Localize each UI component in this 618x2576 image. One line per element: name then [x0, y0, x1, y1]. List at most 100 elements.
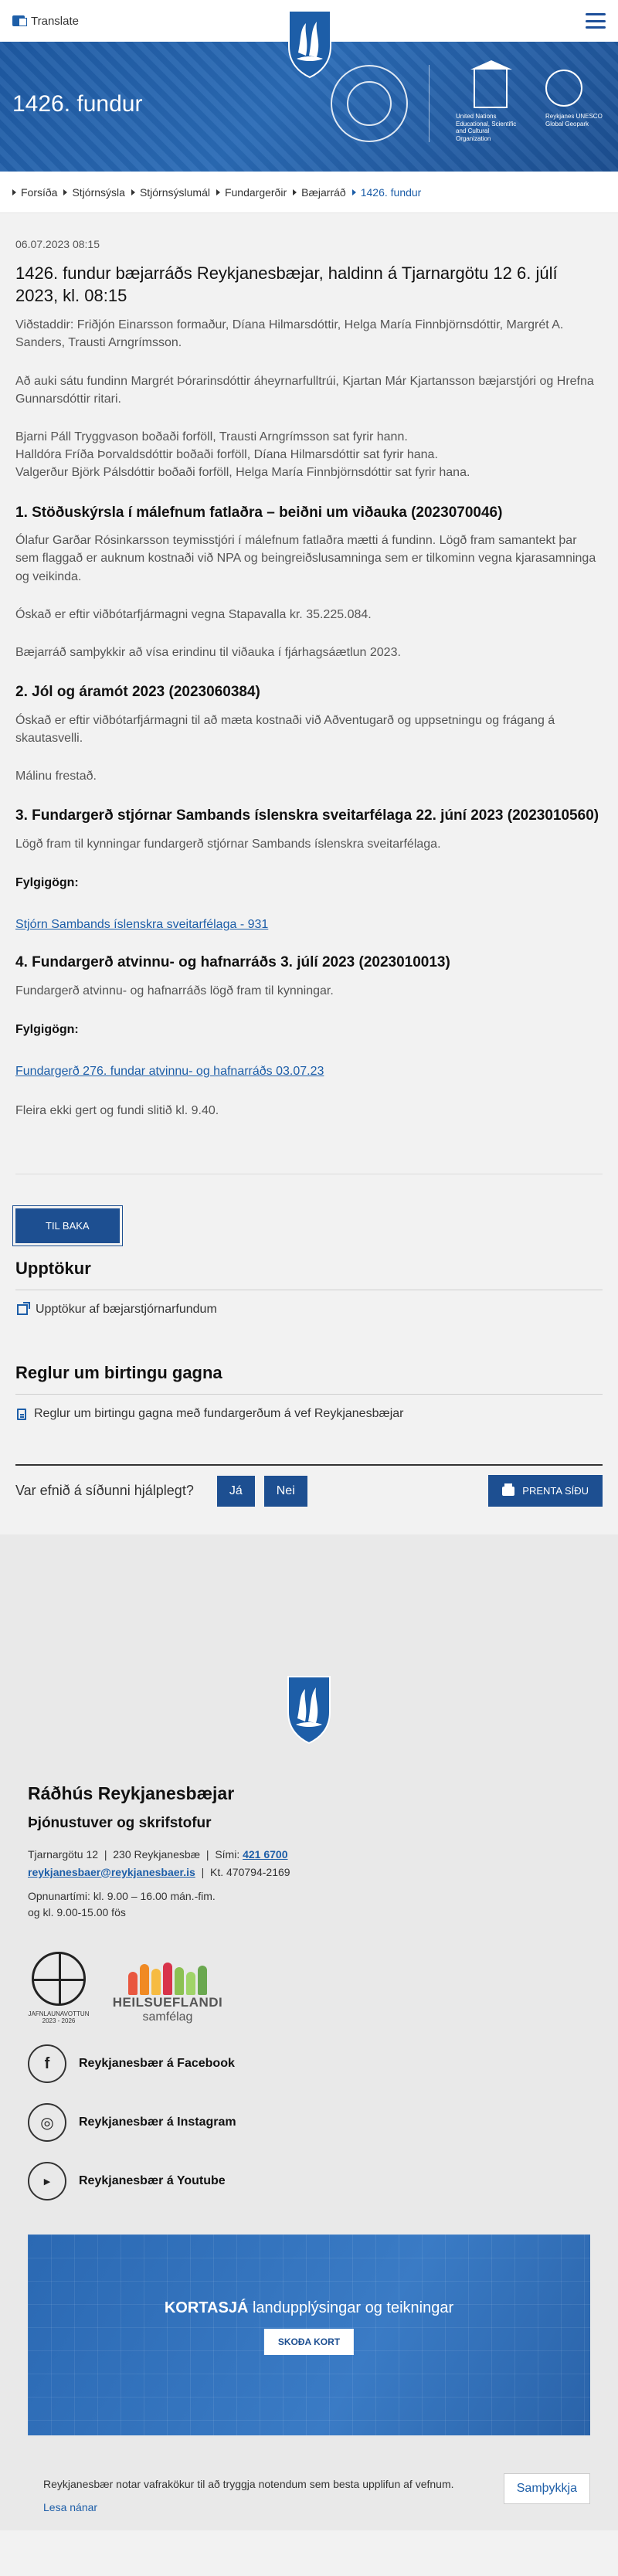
- breadcrumb-item[interactable]: Forsíða: [12, 186, 57, 199]
- agenda-item-heading: 2. Jól og áramót 2023 (2023060384): [15, 684, 260, 701]
- heilsu-label: samfélag: [142, 2010, 193, 2024]
- certification-logos: JAFNLAUNAVOTTUN 2023 - 2026 HEILSUEFLAND…: [28, 1952, 590, 2024]
- page-title: 1426. fundur: [12, 91, 143, 117]
- unesco-text: United Nations Educational, Scientific a…: [456, 113, 517, 142]
- rules-link-label: Reglur um birtingu gagna með fundargerðu…: [34, 1407, 404, 1421]
- closing-text: Fleira ekki gert og fundi slitið kl. 9.4…: [15, 1104, 219, 1118]
- person-figure: [186, 1972, 195, 1996]
- feedback-bar: Var efnið á síðunni hjálplegt? Já Nei PR…: [15, 1464, 603, 1534]
- absence-line: Valgerður Björk Pálsdóttir boðaði forföl…: [15, 466, 470, 480]
- jafnlaunavottun-icon: [32, 1952, 86, 2007]
- agenda-item-heading: 1. Stöðuskýrsla í málefnum fatlaðra – be…: [15, 504, 503, 521]
- jafn-label: 2023 - 2026: [42, 2017, 76, 2025]
- chevron-right-icon: [12, 189, 16, 195]
- printer-icon: [502, 1483, 515, 1496]
- menu-button[interactable]: [586, 13, 606, 29]
- social-facebook-link[interactable]: f Reykjanesbær á Facebook: [28, 2044, 590, 2084]
- feedback-yes-button[interactable]: Já: [216, 1475, 255, 1507]
- hamburger-icon: [586, 13, 606, 15]
- breadcrumb-item[interactable]: Stjórnsýsla: [63, 185, 125, 199]
- footer-postal: 230 Reykjanesbæ: [113, 1848, 201, 1861]
- breadcrumb-label: Forsíða: [21, 185, 58, 199]
- breadcrumb-item[interactable]: Fundargerðir: [216, 186, 287, 199]
- jafn-label: JAFNLAUNAVOTTUN: [28, 2010, 90, 2018]
- cookie-read-more-link[interactable]: Lesa nánar: [43, 2501, 575, 2513]
- global-geopark-logo: Reykjanes UNESCO Global Geopark: [545, 70, 607, 127]
- recordings-link-label: Upptökur af bæjarstjórnarfundum: [36, 1303, 217, 1317]
- youtube-icon: ▶: [28, 2162, 66, 2201]
- footer-subtitle: Þjónustuver og skrifstofur: [28, 1815, 212, 1832]
- heilsueflandi-logo: HEILSUEFLANDI samfélag: [110, 1961, 226, 2024]
- recordings-link[interactable]: Upptökur af bæjarstjórnarfundum: [17, 1302, 603, 1317]
- main-content: 06.07.2023 08:15 1426. fundur bæjarráðs …: [0, 213, 618, 1535]
- footer-hours-line: og kl. 9.00-15.00 fös: [28, 1906, 126, 1919]
- feedback-group: Var efnið á síðunni hjálplegt? Já Nei: [15, 1475, 307, 1507]
- unesco-logo: United Nations Educational, Scientific a…: [456, 60, 525, 142]
- heilsu-label: HEILSUEFLANDI: [112, 1995, 223, 2010]
- breadcrumb-current: 1426. fundur: [351, 185, 422, 199]
- breadcrumb-label: Stjórnsýsla: [72, 185, 125, 199]
- reykjanesbaer-logo[interactable]: [286, 8, 334, 79]
- social-youtube-link[interactable]: ▶ Reykjanesbær á Youtube: [28, 2162, 590, 2201]
- view-map-button[interactable]: SKOÐA KORT: [263, 2329, 355, 2356]
- print-label: PRENTA SÍÐU: [522, 1485, 589, 1497]
- map-heading-bold: KORTASJÁ: [164, 2299, 249, 2317]
- recordings-heading: Upptökur: [15, 1259, 91, 1279]
- translate-icon: [12, 15, 27, 26]
- rules-heading: Reglur um birtingu gagna: [15, 1363, 222, 1383]
- footer-address: Tjarnargötu 12: [28, 1848, 99, 1861]
- feedback-no-button[interactable]: Nei: [263, 1475, 307, 1507]
- breadcrumb-label: Bæjarráð: [301, 185, 346, 199]
- chevron-right-icon: [293, 189, 297, 195]
- breadcrumb: Forsíða Stjórnsýsla Stjórnsýslumál Funda…: [0, 172, 618, 213]
- external-link-icon: [17, 1302, 30, 1316]
- footer-hours: Opnunartími: kl. 9.00 – 16.00 mán.-fim. …: [28, 1888, 590, 1921]
- attendance: Viðstaddir: Friðjón Einarsson formaður, …: [15, 318, 564, 350]
- footer-email-link[interactable]: reykjanesbaer@reykjanesbaer.is: [28, 1866, 195, 1878]
- translate-label: Translate: [31, 14, 79, 28]
- print-button[interactable]: PRENTA SÍÐU: [488, 1475, 603, 1507]
- agenda-item-heading: 3. Fundargerð stjórnar Sambands íslenskr…: [15, 807, 599, 824]
- cookie-banner: Reykjanesbær notar vafrakökur til að try…: [28, 2462, 590, 2530]
- agenda-text: Málinu frestað.: [15, 770, 97, 783]
- breadcrumb-label: 1426. fundur: [360, 185, 422, 199]
- person-figure: [140, 1964, 149, 1996]
- social-label: Reykjanesbær á Youtube: [79, 2174, 226, 2188]
- cookie-accept-button[interactable]: Samþykkja: [503, 2473, 590, 2505]
- people-icon: [110, 1961, 226, 1996]
- agenda-text: Bæjarráð samþykkir að vísa erindinu til …: [15, 645, 401, 659]
- chevron-right-icon: [216, 189, 220, 195]
- attachment-link[interactable]: Fundargerð 276. fundar atvinnu- og hafna…: [15, 1065, 324, 1079]
- hamburger-line: [586, 26, 606, 29]
- facebook-icon: f: [28, 2044, 66, 2084]
- hero-divider: [429, 65, 430, 142]
- agenda-text: Óskað er eftir viðbótarfjármagni vegna S…: [15, 607, 372, 621]
- rules-link[interactable]: Reglur um birtingu gagna með fundargerðu…: [17, 1407, 603, 1421]
- footer-hours-line: Opnunartími: kl. 9.00 – 16.00 mán.-fim.: [28, 1890, 216, 1903]
- person-figure: [128, 1972, 138, 1996]
- geopark-circle-icon: [545, 70, 582, 107]
- geopark-text: Reykjanes UNESCO Global Geopark: [545, 113, 603, 127]
- attachment-link[interactable]: Stjórn Sambands íslenskra sveitarfélaga …: [15, 918, 268, 932]
- back-button[interactable]: TIL BAKA: [15, 1208, 120, 1244]
- cookie-text: Reykjanesbær notar vafrakökur til að try…: [43, 2478, 454, 2491]
- attachments-label: Fylgigögn:: [15, 876, 79, 890]
- absence-line: Halldóra Fríða Þorvaldsdóttir boðaði for…: [15, 448, 438, 462]
- social-label: Reykjanesbær á Facebook: [79, 2057, 235, 2071]
- breadcrumb-label: Fundargerðir: [224, 185, 287, 199]
- chevron-right-icon: [131, 189, 135, 195]
- absence-line: Bjarni Páll Tryggvason boðaði forföll, T…: [15, 430, 408, 443]
- breadcrumb-item[interactable]: Bæjarráð: [293, 186, 346, 199]
- footer: Ráðhús Reykjanesbæjar Þjónustuver og skr…: [0, 1534, 618, 2531]
- footer-phone-link[interactable]: 421 6700: [243, 1848, 287, 1861]
- breadcrumb-item[interactable]: Stjórnsýslumál: [131, 186, 210, 199]
- footer-contact: Tjarnargötu 12 | 230 Reykjanesbæ | Sími:…: [28, 1848, 290, 1878]
- map-card[interactable]: KORTASJÁ landupplýsingar og teikningar S…: [28, 2234, 590, 2436]
- chevron-right-icon: [63, 189, 68, 195]
- geopark-badge-inner: [347, 81, 392, 126]
- social-instagram-link[interactable]: ◎ Reykjanesbær á Instagram: [28, 2103, 590, 2143]
- hamburger-line: [586, 19, 606, 22]
- reykjanesbaer-logo[interactable]: [285, 1674, 333, 1745]
- footer-title: Ráðhús Reykjanesbæjar: [28, 1783, 235, 1804]
- translate-button[interactable]: Translate: [12, 15, 79, 28]
